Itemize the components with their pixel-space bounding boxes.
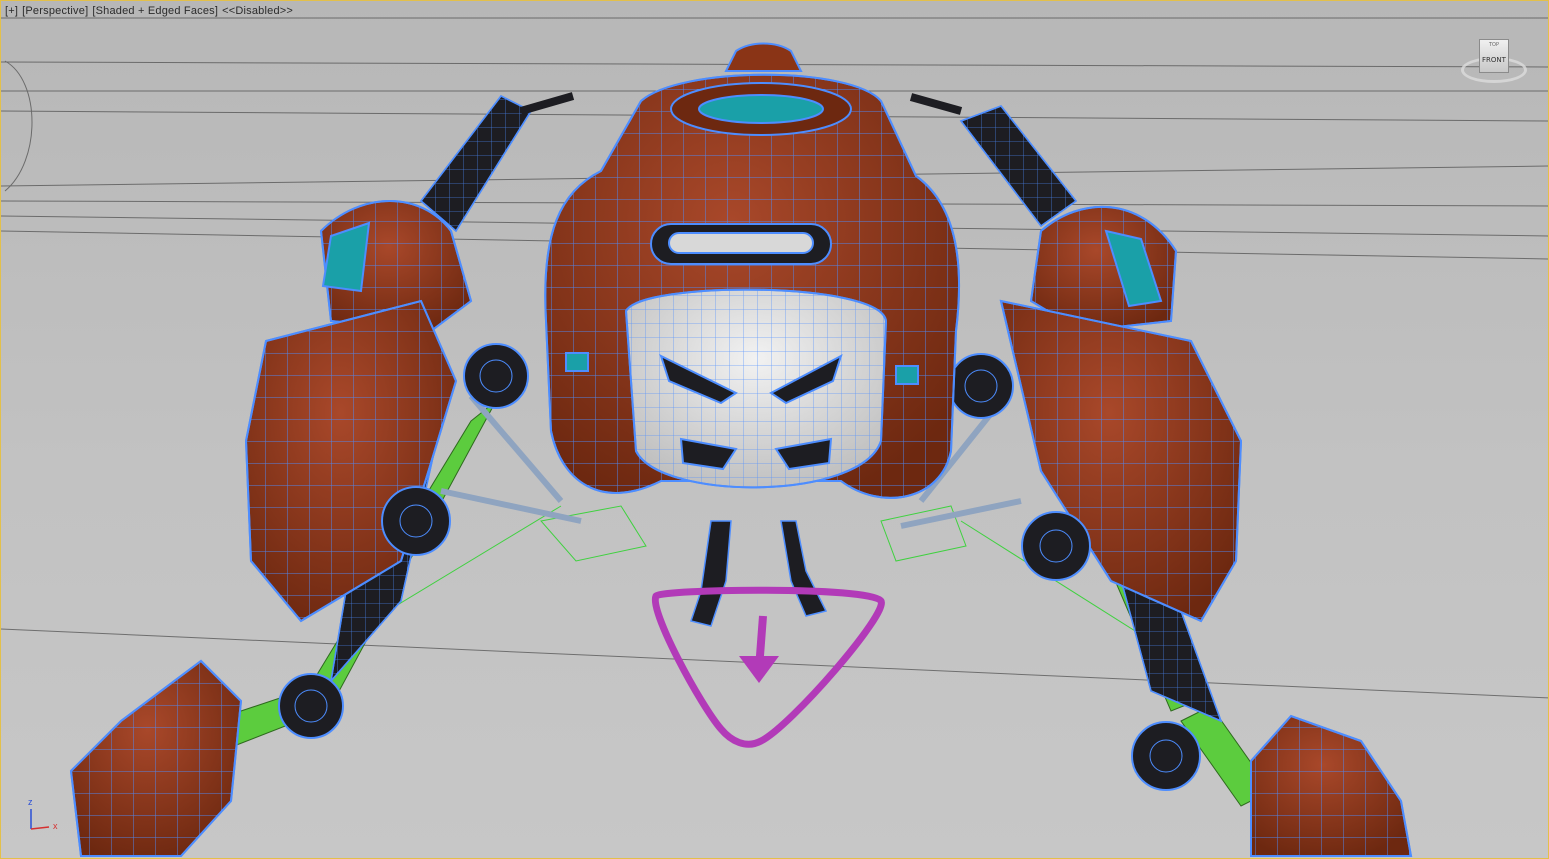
viewport-plus-menu[interactable]: [+] [5, 5, 18, 21]
viewcube-front-face[interactable]: TOP FRONT [1479, 39, 1509, 73]
viewport-view-menu[interactable]: [Perspective] [22, 5, 88, 21]
viewport-status-label: <<Disabled>> [222, 5, 294, 17]
viewcube-face-label: FRONT [1482, 56, 1506, 64]
right-claw[interactable] [1250, 714, 1413, 857]
viewport-shading-menu[interactable]: [Shaded + Edged Faces] [92, 5, 218, 21]
robot-face-plate[interactable] [624, 288, 888, 489]
viewcube-widget[interactable]: TOP FRONT [1457, 35, 1533, 95]
underside-legs[interactable] [690, 520, 828, 627]
viewport-label-bar: [+] [Perspective] [Shaded + Edged Faces]… [5, 5, 293, 21]
move-gizmo[interactable] [651, 586, 885, 748]
left-shoulder-armor[interactable] [244, 200, 473, 623]
scene-canvas[interactable] [1, 1, 1549, 859]
viewcube-top-label: TOP [1488, 42, 1499, 48]
left-claw[interactable] [69, 659, 243, 857]
axis-tripod: z x [23, 797, 67, 837]
axis-z-label: z [28, 797, 33, 807]
axis-x-label: x [53, 821, 58, 831]
perspective-viewport[interactable]: [+] [Perspective] [Shaded + Edged Faces]… [0, 0, 1549, 859]
